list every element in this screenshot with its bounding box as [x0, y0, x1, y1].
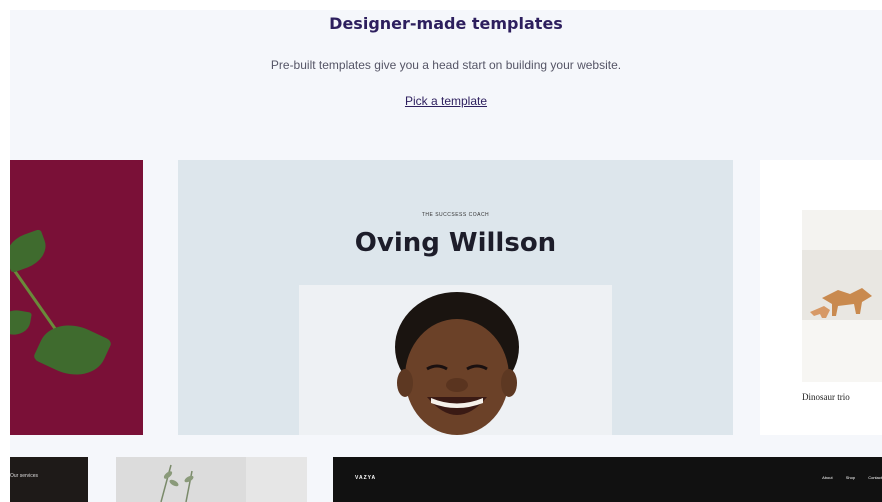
services-label: Our services	[10, 473, 39, 479]
product-photo	[802, 210, 882, 382]
templates-section: Designer-made templates Pre-built templa…	[10, 10, 882, 502]
leaf-shape	[10, 228, 52, 274]
pick-template-link[interactable]: Pick a template	[10, 94, 882, 108]
nav-contact: Contact	[868, 475, 882, 480]
leaf-shape	[10, 307, 32, 338]
template-card-coach[interactable]: THE SUCCSESS COACH Oving Willson	[178, 160, 733, 435]
plant-sprig-illustration	[160, 457, 307, 502]
brand-logo: VAZYA	[355, 475, 377, 481]
template-nav: About Shop Contact	[810, 475, 882, 480]
section-heading: Designer-made templates	[329, 14, 563, 33]
template-kicker: THE SUCCSESS COACH	[421, 212, 490, 218]
portrait-image	[299, 285, 612, 435]
nav-about: About	[822, 475, 833, 480]
template-card-botanical[interactable]	[10, 160, 143, 435]
portrait-illustration	[395, 292, 519, 435]
template-card-services[interactable]: Our services	[10, 457, 88, 502]
template-card-plants[interactable]	[116, 457, 307, 502]
nav-shop: Shop	[845, 475, 856, 480]
product-caption: Dinosaur trio	[802, 392, 850, 402]
template-card-vazya[interactable]: VAZYA About Shop Contact	[333, 457, 882, 502]
dinosaur-toy-illustration	[802, 210, 882, 382]
template-hero-name: Oving Willson	[354, 228, 557, 258]
leaf-shape	[32, 313, 113, 387]
section-subtitle: Pre-built templates give you a head star…	[270, 58, 622, 72]
template-card-shop[interactable]: Dinosaur trio	[760, 160, 882, 435]
